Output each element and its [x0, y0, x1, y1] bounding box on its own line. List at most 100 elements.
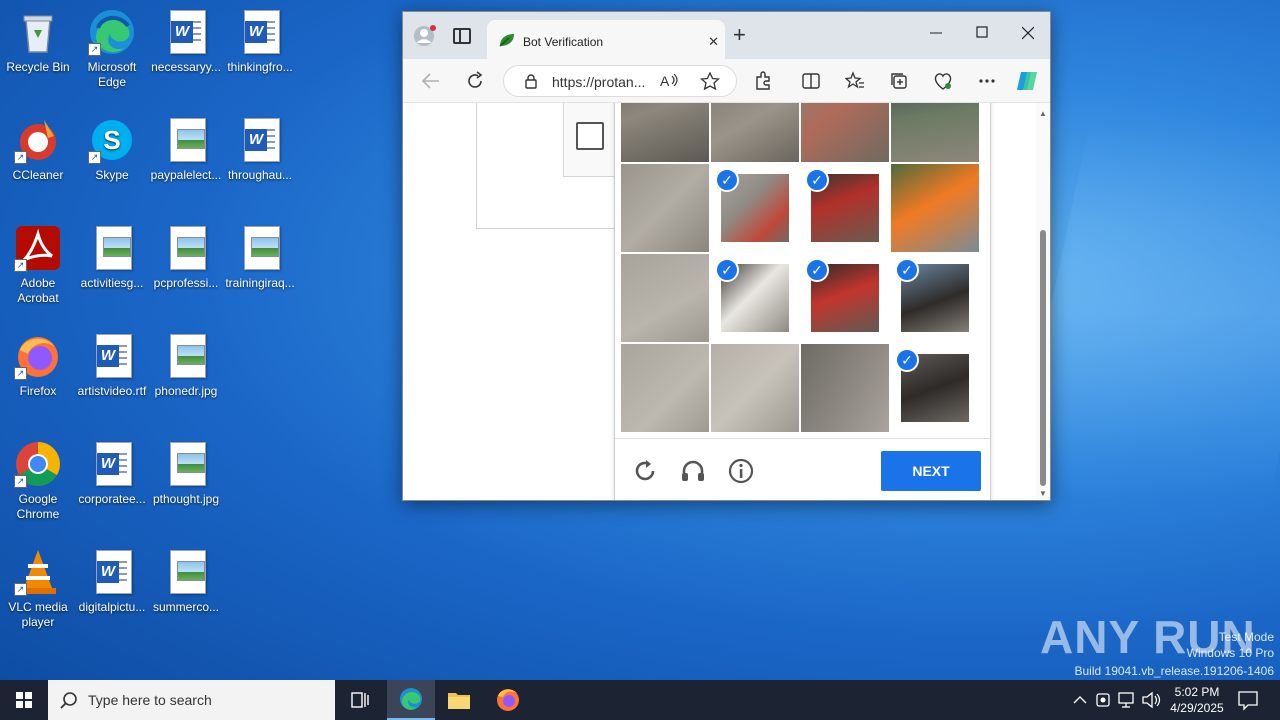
page-scrollbar[interactable]: ▲ ▼ [1036, 103, 1050, 500]
reload-challenge-icon[interactable] [631, 457, 659, 485]
desktop-icon-firefox[interactable]: ↗ Firefox [0, 332, 76, 399]
network-icon[interactable] [1117, 680, 1137, 720]
desktop-icon-word-file[interactable]: W necessaryy... [148, 8, 224, 75]
desktop-icon-google-chrome[interactable]: ↗ Google Chrome [0, 440, 76, 522]
read-aloud-icon[interactable]: A [660, 72, 680, 93]
file-explorer-icon[interactable] [435, 680, 483, 720]
favorite-star-icon[interactable] [699, 71, 721, 93]
captcha-image-tile[interactable]: ✓ [801, 254, 889, 342]
desktop-icon-adobe-acrobat[interactable]: ↗ Adobe Acrobat [0, 224, 76, 306]
refresh-icon[interactable] [463, 69, 487, 93]
image-file-icon [236, 224, 284, 272]
captcha-image-tile[interactable]: ✓ [711, 254, 799, 342]
icon-label: pcprofessi... [153, 276, 219, 290]
image-file-icon [162, 332, 210, 380]
desktop-icon-ccleaner[interactable]: ↗ CCleaner [0, 116, 76, 183]
tab-title: Bot Verification [523, 35, 604, 49]
taskbar-edge-icon[interactable] [387, 680, 435, 720]
extensions-icon[interactable] [751, 69, 775, 93]
desktop-icon-image-file[interactable]: trainingiraq... [222, 224, 298, 291]
desktop-icon-word-file[interactable]: W digitalpictu... [74, 548, 150, 615]
captcha-image-tile[interactable] [621, 344, 709, 432]
back-arrow-icon[interactable] [419, 69, 443, 93]
start-button[interactable] [0, 680, 48, 720]
captcha-image-tile[interactable]: ✓ [801, 164, 889, 252]
clock[interactable]: 5:02 PM 4/29/2025 [1164, 680, 1230, 720]
image-file-icon [162, 116, 210, 164]
tile-photo [801, 344, 889, 432]
desktop-icon-image-file[interactable]: pthought.jpg [148, 440, 224, 507]
captcha-image-tile[interactable]: ✓ [891, 254, 979, 342]
shortcut-arrow-icon: ↗ [14, 259, 27, 272]
desktop-icon-word-file[interactable]: W throughau... [222, 116, 298, 183]
captcha-image-tile[interactable] [621, 254, 709, 342]
desktop-icon-skype[interactable]: S ↗ Skype [74, 116, 150, 183]
notifications-icon[interactable] [1236, 680, 1260, 720]
captcha-image-tile[interactable] [621, 103, 709, 162]
desktop-icon-recycle-bin[interactable]: Recycle Bin [0, 8, 76, 75]
meet-now-icon[interactable] [1094, 680, 1114, 720]
copilot-icon[interactable] [1015, 69, 1039, 93]
taskbar-firefox-icon[interactable] [484, 680, 532, 720]
split-screen-icon[interactable] [799, 69, 823, 93]
audio-challenge-icon[interactable] [679, 457, 707, 485]
tile-photo [891, 164, 979, 252]
google-chrome-icon: ↗ [14, 440, 62, 488]
image-file-icon [162, 440, 210, 488]
collections-icon[interactable] [887, 69, 911, 93]
captcha-image-tile[interactable]: ✓ [891, 344, 979, 432]
url-field[interactable]: https://protan... A [503, 65, 737, 97]
scrollbar-thumb[interactable] [1040, 230, 1046, 486]
show-hidden-icons-chevron-icon[interactable] [1070, 680, 1090, 720]
captcha-image-tile[interactable] [801, 344, 889, 432]
desktop-icon-vlc[interactable]: ↗ VLC media player [0, 548, 76, 630]
desktop-icon-image-file[interactable]: activitiesg... [74, 224, 150, 291]
next-button[interactable]: NEXT [881, 451, 981, 491]
icon-label: thinkingfro... [227, 60, 293, 74]
volume-icon[interactable] [1140, 680, 1162, 720]
captcha-image-tile[interactable] [891, 164, 979, 252]
maximize-button[interactable] [959, 18, 1005, 48]
captcha-image-tile[interactable] [711, 344, 799, 432]
close-tab-icon[interactable]: ✕ [708, 34, 719, 50]
desktop-icon-word-file[interactable]: W artistvideo.rtf [74, 332, 150, 399]
tile-photo [621, 254, 709, 342]
icon-label: summerco... [152, 600, 219, 614]
icon-label: throughau... [227, 168, 293, 182]
browser-tab-active[interactable]: Bot Verification ✕ [487, 20, 725, 59]
close-window-button[interactable] [1005, 18, 1051, 48]
taskbar-search-box[interactable]: Type here to search [48, 680, 335, 720]
favorites-icon[interactable] [843, 69, 867, 93]
captcha-image-tile[interactable] [891, 103, 979, 162]
scroll-up-arrow-icon[interactable]: ▲ [1039, 109, 1047, 118]
desktop-icon-image-file[interactable]: pcprofessi... [148, 224, 224, 291]
more-options-icon[interactable] [975, 69, 999, 93]
image-file-icon [88, 224, 136, 272]
desktop-icon-image-file[interactable]: paypalelect... [148, 116, 224, 183]
scroll-down-arrow-icon[interactable]: ▼ [1039, 489, 1047, 498]
captcha-image-tile[interactable] [621, 164, 709, 252]
icon-label: Skype [95, 168, 129, 182]
word-document-icon: W [236, 116, 284, 164]
desktop-icon-image-file[interactable]: phonedr.jpg [148, 332, 224, 399]
new-tab-button[interactable]: + [733, 24, 746, 46]
tile-photo [621, 103, 709, 162]
profile-avatar-icon[interactable] [413, 24, 437, 48]
captcha-image-tile[interactable]: ✓ [711, 164, 799, 252]
browser-essentials-icon[interactable] [931, 69, 955, 93]
tab-actions-icon[interactable] [453, 28, 471, 44]
shortcut-arrow-icon: ↗ [88, 151, 101, 164]
desktop-icon-word-file[interactable]: W thinkingfro... [222, 8, 298, 75]
desktop-icon-microsoft-edge[interactable]: ↗ Microsoft Edge [74, 8, 150, 90]
desktop-icon-image-file[interactable]: summerco... [148, 548, 224, 615]
selected-checkmark-icon: ✓ [895, 258, 919, 282]
captcha-image-tile[interactable] [801, 103, 889, 162]
minimize-button[interactable] [913, 18, 959, 48]
info-icon[interactable] [727, 457, 755, 485]
desktop-icon-word-file[interactable]: W corporatee... [74, 440, 150, 507]
verify-checkbox[interactable] [576, 122, 604, 150]
captcha-image-tile[interactable] [711, 103, 799, 162]
task-view-icon[interactable] [336, 680, 384, 720]
icon-label: artistvideo.rtf [77, 384, 147, 398]
checkbox-frame [563, 103, 615, 177]
